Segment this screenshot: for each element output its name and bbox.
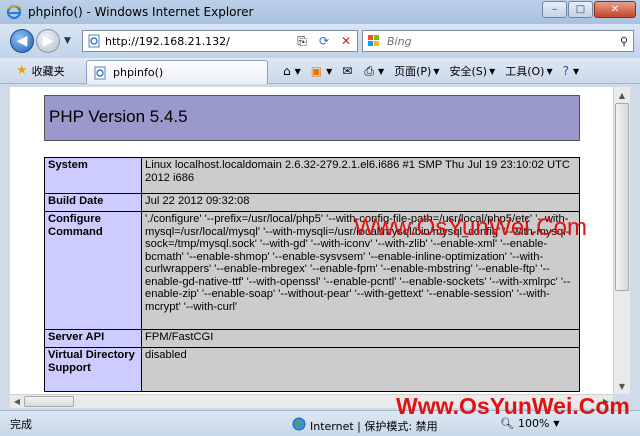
printer-icon: ⎙ [364, 63, 374, 78]
favorites-label: 收藏夹 [31, 64, 65, 78]
row-key: Build Date [44, 193, 142, 212]
home-icon: ⌂ [283, 64, 291, 78]
vertical-scrollbar[interactable]: ▲ ▼ [613, 87, 630, 394]
mail-icon: ✉ [342, 64, 353, 78]
watermark-text: Www.OsYunWei.Com [354, 214, 587, 241]
frame-left [0, 84, 10, 410]
navigation-bar: ◀ ▶ ▼ http://192.168.21.132/ ⎘ ⟳ ✕ Bing … [0, 24, 640, 58]
safety-menu[interactable]: 安全(S) ▼ [446, 62, 498, 80]
table-row: System Linux localhost.localdomain 2.6.3… [44, 157, 580, 194]
page-icon [87, 34, 101, 48]
row-value: Jul 22 2012 09:32:08 [141, 193, 580, 212]
search-input[interactable]: Bing [387, 35, 615, 48]
ie-logo-icon [6, 4, 22, 20]
window-title: phpinfo() - Windows Internet Explorer [28, 5, 254, 19]
status-text: 完成 [10, 417, 32, 431]
command-bar: ★ 收藏夹 phpinfo() ⌂ ▼ ▣ ▼ ✉ ⎙ ▼ 页面(P) ▼ 安全(S) ▼… [0, 58, 640, 84]
watermark-text-bottom: Www.OsYunWei.Com [396, 393, 630, 419]
row-value: FPM/FastCGI [141, 329, 580, 348]
row-value: Linux localhost.localdomain 2.6.32-279.2… [141, 157, 580, 194]
scroll-up-icon[interactable]: ▲ [614, 87, 630, 103]
table-row: Server API FPM/FastCGI [44, 329, 580, 348]
back-button[interactable]: ◀ [10, 29, 34, 53]
tools-menu-label: 工具(O) [505, 65, 545, 78]
row-key: Server API [44, 329, 142, 348]
chevron-down-icon: ▼ [553, 419, 560, 428]
refresh-icon[interactable]: ⟳ [313, 30, 335, 52]
php-version-header: PHP Version 5.4.5 [44, 95, 580, 141]
vertical-scroll-thumb[interactable] [615, 103, 629, 291]
globe-icon [292, 417, 306, 434]
horizontal-scroll-thumb[interactable] [24, 396, 74, 407]
row-key: Virtual Directory Support [44, 347, 142, 392]
search-icon[interactable]: ⚲ [615, 35, 633, 48]
feeds-button[interactable]: ▣ ▼ [308, 62, 336, 80]
compatibility-view-icon[interactable]: ⎘ [291, 30, 313, 52]
tab-label: phpinfo() [113, 66, 164, 79]
recent-pages-dropdown[interactable]: ▼ [64, 36, 71, 46]
row-key: System [44, 157, 142, 194]
help-button[interactable]: ? ▼ [560, 62, 583, 80]
row-key: Configure Command [44, 211, 142, 330]
home-button[interactable]: ⌂ ▼ [280, 62, 304, 80]
tab-phpinfo[interactable]: phpinfo() [86, 60, 268, 84]
maximize-button[interactable]: □ [568, 1, 593, 18]
minimize-button[interactable]: – [542, 1, 567, 18]
print-button[interactable]: ⎙ ▼ [361, 62, 387, 80]
phpinfo-table: System Linux localhost.localdomain 2.6.3… [44, 157, 580, 392]
star-icon: ★ [16, 63, 28, 78]
page-menu-label: 页面(P) [394, 65, 432, 78]
frame-right [630, 84, 640, 410]
title-bar: phpinfo() - Windows Internet Explorer – … [0, 0, 640, 24]
page-viewport[interactable]: PHP Version 5.4.5 System Linux localhost… [10, 87, 613, 394]
table-row: Virtual Directory Support disabled [44, 347, 580, 392]
forward-button[interactable]: ▶ [36, 29, 60, 53]
mail-button[interactable]: ✉ [339, 62, 357, 80]
help-icon: ? [562, 64, 569, 78]
favorites-button[interactable]: ★ 收藏夹 [16, 63, 65, 79]
scroll-down-icon[interactable]: ▼ [614, 378, 630, 394]
scroll-left-icon[interactable]: ◀ [10, 395, 24, 408]
bing-icon [367, 34, 381, 48]
page-menu[interactable]: 页面(P) ▼ [391, 62, 442, 80]
tools-menu[interactable]: 工具(O) ▼ [502, 62, 555, 80]
safety-menu-label: 安全(S) [449, 65, 488, 78]
close-button[interactable]: ✕ [594, 1, 636, 18]
row-value: disabled [141, 347, 580, 392]
tab-page-icon [93, 66, 107, 80]
stop-icon[interactable]: ✕ [335, 30, 357, 52]
rss-icon: ▣ [310, 64, 323, 78]
search-box[interactable]: Bing ⚲ [362, 30, 634, 52]
table-row: Build Date Jul 22 2012 09:32:08 [44, 193, 580, 212]
php-version-title: PHP Version 5.4.5 [49, 107, 188, 126]
